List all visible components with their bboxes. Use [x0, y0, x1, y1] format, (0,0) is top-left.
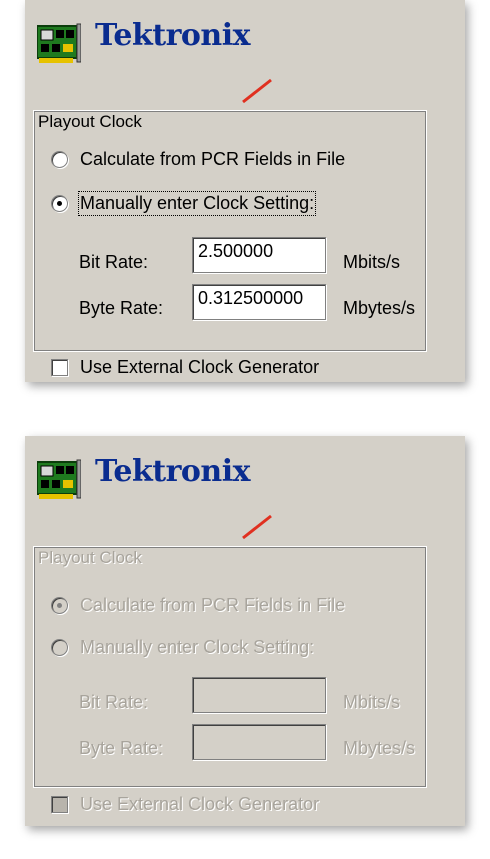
playout-clock-panel-enabled: Tektronix Playout Clock Calculate from P… — [25, 0, 465, 382]
brand-slash-mark — [242, 514, 272, 540]
calculate-from-pcr-radio[interactable]: Calculate from PCR Fields in File — [51, 149, 345, 170]
checkbox-indicator[interactable] — [51, 796, 68, 813]
byte-rate-input[interactable]: 0.312500000 — [192, 284, 326, 320]
byte-rate-input[interactable] — [192, 724, 326, 760]
radio-label: Manually enter Clock Setting: — [80, 637, 315, 657]
radio-indicator[interactable] — [51, 639, 68, 656]
group-title: Playout Clock — [35, 548, 145, 568]
network-card-icon — [37, 459, 81, 499]
group-title: Playout Clock — [35, 112, 145, 132]
bit-rate-label: Bit Rate: — [79, 692, 149, 712]
bit-rate-input[interactable]: 2.500000 — [192, 237, 326, 273]
playout-clock-panel-disabled: Tektronix Playout Clock Calculate from P… — [25, 436, 465, 826]
brand-name: Tektronix — [95, 18, 251, 53]
radio-label: Manually enter Clock Setting: — [77, 191, 317, 216]
checkbox-label: Use External Clock Generator — [80, 357, 320, 377]
manual-clock-radio[interactable]: Manually enter Clock Setting: — [51, 637, 314, 658]
tektronix-logo: Tektronix — [37, 454, 337, 540]
radio-indicator[interactable] — [51, 151, 68, 168]
checkbox-label: Use External Clock Generator — [80, 794, 320, 814]
manual-clock-radio[interactable]: Manually enter Clock Setting: — [51, 191, 317, 216]
bit-rate-label: Bit Rate: — [79, 252, 149, 272]
tektronix-logo: Tektronix — [37, 18, 337, 104]
brand-slash-mark — [242, 78, 272, 104]
radio-label: Calculate from PCR Fields in File — [80, 149, 346, 169]
byte-rate-unit: Mbytes/s — [343, 738, 416, 758]
bit-rate-unit: Mbits/s — [343, 692, 401, 712]
calculate-from-pcr-radio[interactable]: Calculate from PCR Fields in File — [51, 595, 345, 616]
byte-rate-unit: Mbytes/s — [343, 298, 416, 318]
checkbox-indicator[interactable] — [51, 359, 68, 376]
network-card-icon — [37, 23, 81, 63]
bit-rate-unit: Mbits/s — [343, 252, 401, 272]
external-clock-checkbox[interactable]: Use External Clock Generator — [51, 794, 319, 815]
radio-label: Calculate from PCR Fields in File — [80, 595, 346, 615]
radio-indicator[interactable] — [51, 597, 68, 614]
brand-name: Tektronix — [95, 454, 251, 489]
radio-indicator[interactable] — [51, 195, 68, 212]
byte-rate-label: Byte Rate: — [79, 738, 164, 758]
byte-rate-label: Byte Rate: — [79, 298, 164, 318]
bit-rate-input[interactable] — [192, 677, 326, 713]
external-clock-checkbox[interactable]: Use External Clock Generator — [51, 357, 319, 378]
